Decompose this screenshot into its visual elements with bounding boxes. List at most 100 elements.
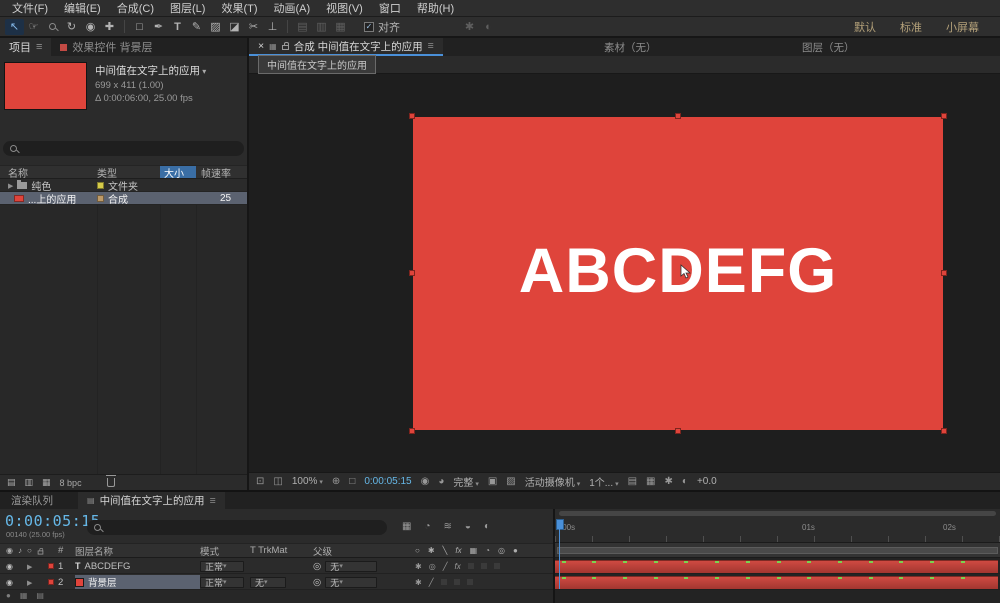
motion-blur-icon[interactable]	[465, 521, 471, 532]
collapse-switch[interactable]	[415, 562, 422, 571]
menu-file[interactable]: 文件(F)	[4, 0, 56, 16]
col-size-label[interactable]: 大小	[164, 165, 184, 180]
view-layout-select[interactable]: 1个...	[589, 474, 618, 489]
timeline-button-icon[interactable]	[665, 476, 673, 487]
expand-columns-icon[interactable]	[20, 591, 28, 600]
adjustment-switch-icon[interactable]	[498, 546, 505, 555]
effects-switch-icon[interactable]	[455, 546, 461, 555]
col-parent-label[interactable]: 父级	[313, 547, 332, 558]
frame-blend-switch-icon[interactable]	[470, 546, 478, 555]
menu-view[interactable]: 视图(V)	[318, 0, 371, 16]
workspace-default[interactable]: 默认	[854, 19, 876, 35]
col-layer-name-label[interactable]: 图层名称	[75, 547, 113, 558]
tab-footage[interactable]: 素材（无）	[604, 38, 657, 56]
tab-render-queue[interactable]: 渲染队列	[0, 492, 64, 509]
timeline-track-area[interactable]: :00s 01s 02s	[553, 509, 1000, 603]
expander-icon[interactable]	[27, 578, 32, 587]
selection-handle[interactable]	[941, 113, 947, 119]
align-checkbox-icon[interactable]	[364, 21, 374, 32]
menu-edit[interactable]: 编辑(E)	[56, 0, 109, 16]
layer-color-swatch[interactable]	[48, 579, 54, 585]
camera-select[interactable]: 活动摄像机	[525, 474, 580, 489]
align-toggle[interactable]: 对齐	[364, 19, 400, 35]
resolution-select[interactable]: 完整	[453, 474, 478, 489]
menu-composition[interactable]: 合成(C)	[109, 0, 162, 16]
label-color-swatch[interactable]	[97, 194, 104, 202]
camera-tool-icon[interactable]	[81, 19, 100, 35]
shy-switch-icon[interactable]	[415, 546, 420, 555]
layer-name[interactable]: 背景层	[88, 575, 117, 589]
layer-track[interactable]	[555, 559, 1000, 574]
expander-icon[interactable]	[8, 180, 13, 191]
expander-icon[interactable]	[27, 562, 32, 571]
eye-toggle[interactable]	[6, 562, 13, 571]
column-divider[interactable]	[196, 179, 197, 474]
trash-icon[interactable]	[105, 475, 116, 487]
pen-tool-icon[interactable]	[149, 19, 168, 35]
column-divider[interactable]	[97, 179, 98, 474]
solo-column-icon[interactable]	[27, 546, 32, 555]
workspace-small-screen[interactable]: 小屏幕	[946, 19, 979, 35]
quality-switch-icon[interactable]	[443, 546, 448, 555]
toggle-switches-icon[interactable]	[6, 591, 11, 600]
shy-layers-icon[interactable]	[424, 521, 430, 532]
fx-switch[interactable]	[455, 562, 461, 571]
navigator-bar[interactable]	[559, 511, 996, 516]
monitor-icon[interactable]	[273, 476, 282, 487]
project-bpc-label[interactable]: 8 bpc	[60, 478, 82, 488]
comp-breadcrumb[interactable]: 中间值在文字上的应用	[258, 55, 376, 74]
collapse-switch-icon[interactable]	[428, 546, 435, 555]
selection-handle[interactable]	[675, 113, 681, 119]
viewer-timecode[interactable]: 0:00:05:15	[364, 476, 411, 487]
quality-switch[interactable]	[429, 578, 434, 587]
tab-layer[interactable]: 图层（无）	[802, 38, 855, 56]
selection-handle[interactable]	[409, 270, 415, 276]
comp-name[interactable]: 中间值在文字上的应用	[95, 64, 206, 79]
timeline-search-input[interactable]	[87, 520, 387, 535]
shape-tool-icon[interactable]	[130, 19, 149, 35]
zoom-tool-icon[interactable]	[43, 19, 62, 35]
column-divider[interactable]	[160, 179, 161, 474]
parent-select[interactable]: 无	[325, 560, 378, 572]
panel-menu-icon[interactable]	[428, 40, 434, 52]
rasterize-switch[interactable]	[429, 562, 436, 571]
eye-column-icon[interactable]	[6, 546, 13, 555]
tab-project[interactable]: 项目	[0, 38, 52, 56]
col-mode-label[interactable]: 模式	[200, 547, 219, 558]
motion-blur-switch-icon[interactable]	[485, 546, 490, 555]
work-area-strip[interactable]	[555, 543, 1000, 558]
selection-handle[interactable]	[409, 428, 415, 434]
fast-previews-icon[interactable]	[646, 476, 655, 487]
exposure-value[interactable]: +0.0	[697, 476, 717, 487]
zoom-select[interactable]: 100%	[292, 476, 323, 487]
audio-column-icon[interactable]	[18, 546, 22, 555]
pickwhip-icon[interactable]	[313, 577, 321, 588]
trkmat-select[interactable]: 无	[250, 576, 286, 588]
layer-color-swatch[interactable]	[48, 563, 54, 569]
puppet-pin-tool-icon[interactable]	[263, 19, 282, 35]
mini-flowchart-icon[interactable]	[402, 521, 411, 532]
workspace-standard[interactable]: 标准	[900, 19, 922, 35]
tab-composition[interactable]: 合成 中间值在文字上的应用	[249, 38, 443, 56]
transparency-grid-icon[interactable]	[506, 476, 515, 487]
layer-row-background[interactable]: 2 背景层 正常 无 无	[0, 575, 553, 590]
layer-row-text[interactable]: 1 T ABCDEFG 正常 无	[0, 559, 553, 574]
parent-select[interactable]: 无	[325, 576, 378, 588]
comp-thumbnail[interactable]	[4, 62, 87, 110]
rotate-tool-icon[interactable]	[62, 19, 81, 35]
col-trkmat-label[interactable]: T TrkMat	[250, 545, 287, 556]
exposure-icon[interactable]	[682, 476, 688, 487]
pixel-aspect-icon[interactable]	[628, 476, 637, 487]
snapshot-icon[interactable]	[421, 476, 430, 487]
graph-editor-icon[interactable]	[484, 521, 490, 532]
panel-menu-icon[interactable]	[36, 41, 42, 53]
lock-icon[interactable]	[281, 42, 289, 50]
eraser-tool-icon[interactable]	[225, 19, 244, 35]
canvas-text[interactable]: ABCDEFG	[413, 235, 943, 307]
time-ruler[interactable]: :00s 01s 02s	[555, 519, 1000, 543]
type-tool-icon[interactable]	[168, 19, 187, 35]
selection-handle[interactable]	[941, 270, 947, 276]
layer-track[interactable]	[555, 575, 1000, 590]
quality-switch[interactable]	[443, 562, 448, 571]
pan-behind-tool-icon[interactable]	[100, 19, 119, 35]
